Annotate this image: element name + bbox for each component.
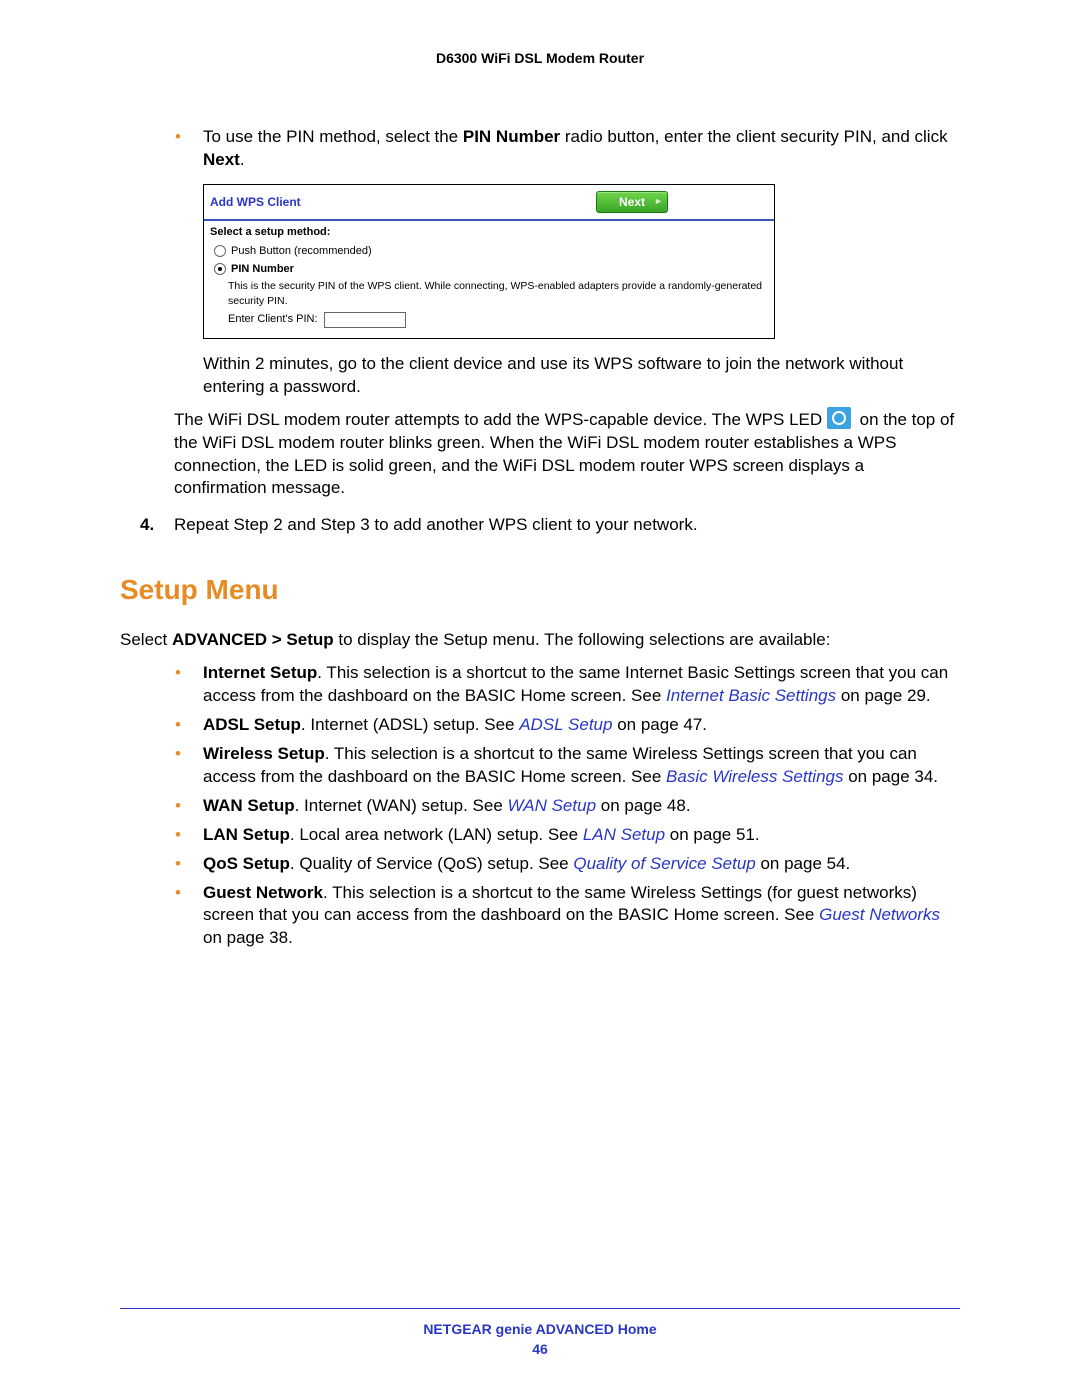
bullet-wan-setup: • WAN Setup. Internet (WAN) setup. See W… [175,795,960,818]
next-button-label: Next [619,195,645,209]
heading-setup-menu: Setup Menu [120,571,960,609]
t: The WiFi DSL modem router attempts to ad… [174,410,822,429]
bullet-text: ADSL Setup. Internet (ADSL) setup. See A… [203,714,960,737]
t: . Internet (ADSL) setup. See [301,715,519,734]
link-qos-setup[interactable]: Quality of Service Setup [573,854,755,873]
doc-header-title: D6300 WiFi DSL Modem Router [120,50,960,66]
link-basic-wireless[interactable]: Basic Wireless Settings [666,767,843,786]
link-lan-setup[interactable]: LAN Setup [583,825,665,844]
step-text: Repeat Step 2 and Step 3 to add another … [174,514,698,537]
content-body: • To use the PIN method, select the PIN … [120,126,960,950]
radio-icon [214,245,226,257]
t: on page 51. [665,825,760,844]
t: radio button, enter the client security … [560,127,947,146]
t-bold: Next [203,150,240,169]
t-bold: Wireless Setup [203,744,325,763]
next-button[interactable]: Next ▸ [596,191,668,213]
link-internet-basic[interactable]: Internet Basic Settings [666,686,836,705]
bullet-guest-network: • Guest Network. This selection is a sho… [175,882,960,951]
bullet-text: WAN Setup. Internet (WAN) setup. See WAN… [203,795,960,818]
link-adsl-setup[interactable]: ADSL Setup [519,715,612,734]
bullet-text: LAN Setup. Local area network (LAN) setu… [203,824,960,847]
t: on page 38. [203,928,293,947]
t-bold: ADSL Setup [203,715,301,734]
t-bold: ADVANCED > Setup [172,630,334,649]
t: . Quality of Service (QoS) setup. See [290,854,573,873]
bullet-adsl-setup: • ADSL Setup. Internet (ADSL) setup. See… [175,714,960,737]
bullet-icon: • [175,662,203,708]
bullet-text: Guest Network. This selection is a short… [203,882,960,951]
wps-led-icon [827,407,851,429]
t: on page 54. [756,854,851,873]
t-bold: LAN Setup [203,825,290,844]
document-page: D6300 WiFi DSL Modem Router • To use the… [0,0,1080,1397]
step-number: 4. [140,514,174,537]
bullet-icon: • [175,714,203,737]
t: . [240,150,245,169]
t: Select [120,630,172,649]
pin-input[interactable] [324,312,406,328]
footer-divider [120,1308,960,1309]
t-bold: WAN Setup [203,796,295,815]
pin-note: This is the security PIN of the WPS clie… [228,279,768,307]
pin-input-label: Enter Client's PIN: [228,312,318,327]
page-footer: NETGEAR genie ADVANCED Home 46 [120,1308,960,1357]
bullet-internet-setup: • Internet Setup. This selection is a sh… [175,662,960,708]
bullet-icon: • [175,824,203,847]
radio-icon [214,263,226,275]
wps-panel-header: Add WPS Client Next ▸ [204,185,774,221]
t: . Internet (WAN) setup. See [295,796,508,815]
select-method-label: Select a setup method: [210,225,768,240]
t: on page 47. [612,715,707,734]
bullet-icon: • [175,126,203,172]
bullet-icon: • [175,743,203,789]
bullet-wireless-setup: • Wireless Setup. This selection is a sh… [175,743,960,789]
step-4: 4. Repeat Step 2 and Step 3 to add anoth… [140,514,960,537]
link-wan-setup[interactable]: WAN Setup [508,796,597,815]
bullet-icon: • [175,853,203,876]
wps-panel-body: Select a setup method: Push Button (reco… [204,221,774,338]
radio-pin-number[interactable]: PIN Number [214,262,768,277]
t-bold: Guest Network [203,883,323,902]
wps-panel-title: Add WPS Client [210,194,301,210]
wps-panel-figure: Add WPS Client Next ▸ Select a setup met… [203,184,960,339]
t: . Local area network (LAN) setup. See [290,825,583,844]
bullet-pin-method: • To use the PIN method, select the PIN … [175,126,960,172]
t-bold: PIN Number [463,127,560,146]
t: To use the PIN method, select the [203,127,463,146]
para-wps-led: The WiFi DSL modem router attempts to ad… [174,409,960,501]
t: on page 48. [596,796,691,815]
t: on page 34. [844,767,939,786]
link-guest-networks[interactable]: Guest Networks [819,905,940,924]
chevron-right-icon: ▸ [656,195,661,209]
bullet-text: Wireless Setup. This selection is a shor… [203,743,960,789]
radio-label: Push Button (recommended) [231,244,372,259]
bullet-icon: • [175,882,203,951]
bullet-qos-setup: • QoS Setup. Quality of Service (QoS) se… [175,853,960,876]
para-within-2-min: Within 2 minutes, go to the client devic… [203,353,960,399]
radio-push-button[interactable]: Push Button (recommended) [214,244,768,259]
footer-chapter: NETGEAR genie ADVANCED Home [120,1321,960,1337]
t: to display the Setup menu. The following… [334,630,831,649]
setup-intro: Select ADVANCED > Setup to display the S… [120,629,960,652]
bullet-icon: • [175,795,203,818]
bullet-text: To use the PIN method, select the PIN Nu… [203,126,960,172]
radio-label: PIN Number [231,262,294,277]
bullet-lan-setup: • LAN Setup. Local area network (LAN) se… [175,824,960,847]
t-bold: Internet Setup [203,663,317,682]
bullet-text: Internet Setup. This selection is a shor… [203,662,960,708]
wps-panel: Add WPS Client Next ▸ Select a setup met… [203,184,775,339]
t: on page 29. [836,686,931,705]
bullet-text: QoS Setup. Quality of Service (QoS) setu… [203,853,960,876]
footer-page-number: 46 [120,1341,960,1357]
t-bold: QoS Setup [203,854,290,873]
pin-input-row: Enter Client's PIN: [228,312,768,328]
